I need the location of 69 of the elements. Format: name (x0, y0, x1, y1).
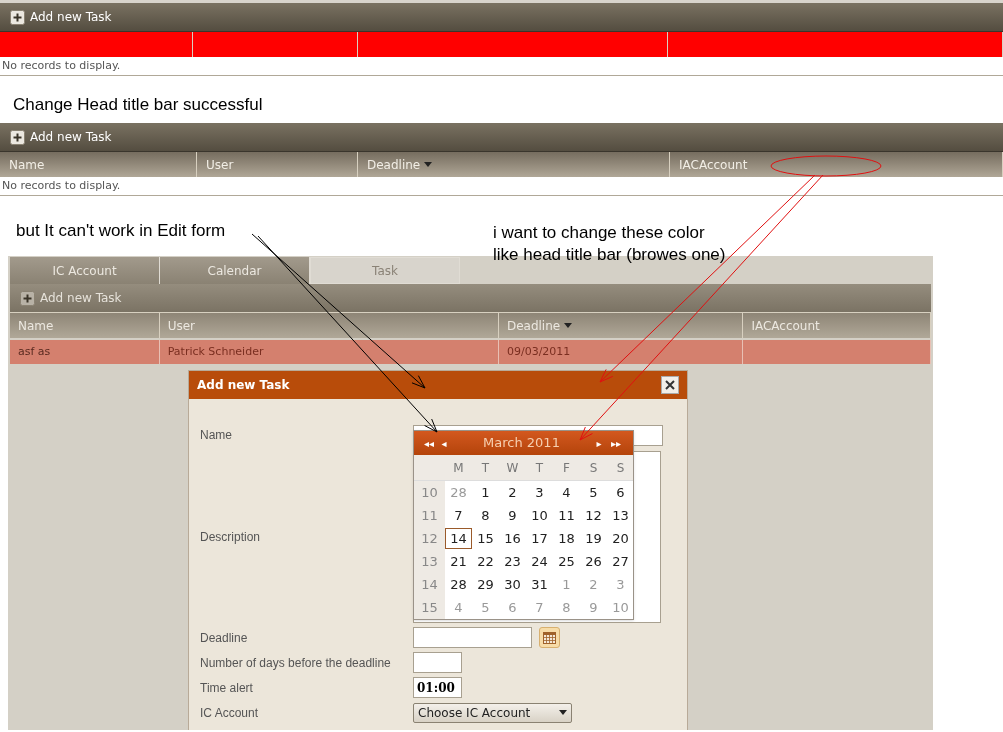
empty-message: No records to display. (1, 58, 122, 74)
table-row[interactable]: asf as Patrick Schneider 09/03/2011 (10, 340, 931, 364)
calendar-day[interactable]: 24 (526, 551, 553, 572)
field-label: Deadline (200, 629, 249, 647)
week-number: 11 (414, 504, 445, 527)
calendar-day[interactable]: 6 (607, 482, 634, 503)
calendar-day[interactable]: 23 (499, 551, 526, 572)
calendar-day[interactable]: 29 (472, 574, 499, 595)
previous-year-button[interactable]: ◂◂ (420, 435, 438, 451)
calendar-day[interactable]: 25 (553, 551, 580, 572)
calendar-day[interactable]: 30 (499, 574, 526, 595)
calendar-day[interactable]: 3 (526, 482, 553, 503)
weekday-label: S (588, 459, 599, 477)
calendar-day[interactable]: 5 (580, 482, 607, 503)
calendar-day[interactable]: 31 (526, 574, 553, 595)
dialog-title: Add new Task (197, 377, 290, 394)
calendar-day[interactable]: 4 (553, 482, 580, 503)
previous-month-button[interactable]: ◂ (438, 435, 450, 451)
field-label: Number of days before the deadline (200, 654, 392, 672)
week-number: 10 (414, 481, 445, 504)
short-field[interactable]: 01:00 (413, 677, 462, 698)
calendar-day[interactable]: 8 (472, 505, 499, 526)
add-task-button[interactable]: Add new Task (10, 128, 112, 146)
annotation-text: but It can't work in Edit form (16, 220, 227, 242)
calendar-day[interactable]: 28 (445, 574, 472, 595)
field-label: IC Account (200, 704, 260, 722)
calendar-day[interactable]: 16 (499, 528, 526, 549)
table-cell-text: 09/03/2011 (506, 343, 571, 360)
week-number: 14 (414, 573, 445, 596)
calendar-day[interactable]: 22 (472, 551, 499, 572)
calendar-day[interactable]: 20 (607, 528, 634, 549)
week-number: 15 (414, 596, 445, 619)
calendar-day[interactable]: 14 (445, 528, 472, 549)
weekday-label: F (562, 459, 571, 477)
annotation-text: i want to change these color like head title bar (browes one) (493, 222, 727, 266)
calendar-day[interactable]: 26 (580, 551, 607, 572)
weekday-label: M (452, 459, 465, 477)
heading-note: Change Head title bar successful (13, 93, 263, 116)
calendar-day[interactable]: 1 (472, 482, 499, 503)
dropdown-select[interactable]: Choose IC Account (413, 702, 572, 723)
calendar-day[interactable]: 13 (607, 505, 634, 526)
table-cell-text: Patrick Schneider (167, 343, 264, 360)
calendar-day[interactable]: 9 (499, 505, 526, 526)
calendar-day[interactable]: 19 (580, 528, 607, 549)
next-month-button[interactable]: ▸ (593, 435, 605, 451)
next-year-button[interactable]: ▸▸ (605, 435, 627, 451)
weekday-label: W (505, 459, 520, 477)
calendar-day[interactable]: 15 (472, 528, 499, 549)
add-task-button[interactable]: Add new Task (10, 8, 112, 26)
calendar-day[interactable]: 10 (526, 505, 553, 526)
field-label: Name (200, 427, 233, 444)
calendar-day[interactable]: 27 (607, 551, 634, 572)
calendar-day[interactable]: 7 (445, 505, 472, 526)
weekday-label: T (480, 459, 491, 477)
weekday-label: T (534, 459, 545, 477)
month-title: March 2011 (482, 434, 561, 453)
weekday-label: S (615, 459, 626, 477)
calendar-day[interactable]: 2 (499, 482, 526, 503)
calendar-day[interactable]: 11 (553, 505, 580, 526)
week-number: 12 (414, 527, 445, 550)
week-number: 13 (414, 550, 445, 573)
empty-message: No records to display. (1, 178, 122, 194)
field-label: Time alert (200, 679, 254, 697)
calendar-day[interactable]: 12 (580, 505, 607, 526)
field-label: Description (200, 529, 262, 546)
calendar-day[interactable]: 21 (445, 551, 472, 572)
calendar-day[interactable]: 18 (553, 528, 580, 549)
table-cell-text: asf as (18, 343, 51, 360)
calendar-day[interactable]: 17 (526, 528, 553, 549)
